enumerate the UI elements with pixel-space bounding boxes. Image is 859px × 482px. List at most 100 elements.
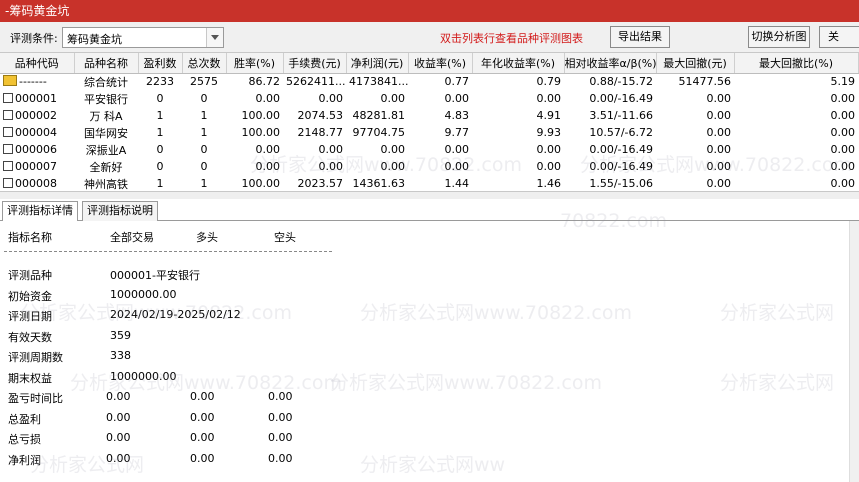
table-row[interactable]: ------- 综合统计 2233 2575 86.72 5262411... 417384…: [0, 73, 858, 90]
column-header[interactable]: 盈利数: [138, 53, 183, 74]
cell-ret: 4.83: [444, 109, 470, 122]
cell-rate: 100.00: [241, 177, 281, 190]
stock-code: 000002: [15, 109, 57, 122]
vertical-scrollbar[interactable]: [849, 221, 859, 482]
checkbox-icon: [3, 93, 13, 103]
cell-rel: 0.88/-15.72: [589, 75, 653, 89]
cell-win: 0: [156, 143, 164, 156]
column-header[interactable]: 最大回撤比(%): [734, 53, 859, 74]
metric-label: 总亏损: [8, 433, 41, 446]
metric-label: 评测周期数: [8, 351, 63, 364]
cell-name: 平安银行: [84, 92, 128, 106]
column-header[interactable]: 相对收益率α/β(%): [564, 53, 657, 74]
metric-value: 0.00: [106, 390, 131, 403]
cell-profit: 0.00: [380, 160, 406, 173]
table-row[interactable]: 000007 全新好 0 0 0.00 0.00 0.00 0.00 0.00 0.00/-16.…: [0, 158, 858, 175]
metric-value: 0.00: [190, 451, 215, 465]
cell-fee: 2023.57: [297, 177, 344, 190]
checkbox-icon: [3, 144, 13, 154]
cell-mddr: 0.00: [830, 160, 856, 173]
cell-mdd: 0.00: [706, 109, 732, 122]
all-trades-header: 全部交易: [110, 231, 154, 244]
table-row[interactable]: 000008 神州高铁 1 1 100.00 2023.57 14361.63 1.44 1.4…: [0, 175, 858, 191]
cell-rel: 1.55/-15.06: [589, 177, 653, 190]
cell-profit: 48281.81: [352, 109, 406, 122]
stock-code: 000006: [15, 143, 57, 156]
column-header[interactable]: 总次数: [182, 53, 227, 74]
cell-rel: 10.57/-6.72: [589, 126, 653, 139]
header-divider: [4, 251, 332, 252]
column-header[interactable]: 胜率(%): [226, 53, 284, 74]
column-header[interactable]: 净利润(元): [346, 53, 409, 74]
cell-ret: 0.77: [444, 75, 470, 89]
cell-total: 1: [200, 126, 208, 139]
metric-value: 0.00: [190, 431, 215, 444]
table-row[interactable]: 000001 平安银行 0 0 0.00 0.00 0.00 0.00 0.00 0.00/-16…: [0, 90, 858, 107]
cell-code: 000002: [0, 107, 74, 124]
cell-mdd: 0.00: [706, 126, 732, 139]
metric-value: 000001-平安银行: [110, 269, 200, 282]
cell-annual: 0.00: [536, 160, 562, 173]
stock-code: 000004: [15, 126, 57, 139]
cell-mddr: 0.00: [830, 126, 856, 139]
cell-annual: 4.91: [536, 109, 562, 122]
pane-splitter[interactable]: [0, 191, 859, 199]
cell-code: 000007: [0, 158, 74, 175]
short-header: 空头: [274, 231, 296, 244]
cell-fee: 5262411...: [286, 75, 346, 89]
cell-ret: 0.00: [444, 92, 470, 105]
metric-value: 0.00: [268, 451, 293, 465]
toolbar: 评测条件: 筹码黄金坑 双击列表行查看品种评测图表 导出结果 切换分析图 关: [0, 22, 859, 52]
metric-value: 359: [110, 328, 131, 342]
tab-metric-details[interactable]: 评测指标详情: [2, 201, 78, 222]
cell-code: 000008: [0, 175, 74, 191]
results-grid: 品种代码 品种名称 盈利数 总次数 胜率(%) 手续费(元) 净利润(元) 收益率(%) 年化收…: [0, 52, 859, 191]
cell-total: 2575: [190, 75, 218, 89]
cell-fee: 0.00: [318, 160, 344, 173]
double-click-hint: 双击列表行查看品种评测图表: [440, 32, 583, 45]
metric-name-header: 指标名称: [8, 231, 52, 244]
metric-value: 0.00: [190, 390, 215, 403]
cell-total: 1: [200, 109, 208, 122]
cell-win: 1: [156, 109, 164, 122]
cell-code: 000006: [0, 141, 74, 158]
cell-win: 0: [156, 92, 164, 105]
condition-select[interactable]: 筹码黄金坑: [62, 27, 224, 48]
column-header[interactable]: 品种名称: [74, 53, 139, 74]
cell-mdd: 0.00: [706, 143, 732, 156]
checkbox-icon: [3, 161, 13, 171]
cell-profit: 0.00: [380, 92, 406, 105]
metric-label: 有效天数: [8, 330, 52, 344]
cell-win: 2233: [146, 75, 174, 89]
metric-value: 0.00: [106, 431, 131, 444]
column-header[interactable]: 年化收益率(%): [472, 53, 565, 74]
cell-rel: 0.00/-16.49: [589, 160, 653, 173]
chevron-down-icon[interactable]: [206, 28, 223, 47]
cell-rate: 0.00: [255, 92, 281, 105]
column-header[interactable]: 手续费(元): [283, 53, 347, 74]
table-row[interactable]: 000002 万 科A 1 1 100.00 2074.53 48281.81 4.83 4.9…: [0, 107, 858, 124]
cell-profit: 4173841...: [349, 75, 408, 89]
condition-label: 评测条件:: [10, 32, 58, 45]
cell-code: 000001: [0, 90, 74, 107]
column-header[interactable]: 最大回撤(元): [656, 53, 735, 74]
cell-annual: 0.00: [536, 92, 562, 105]
export-button[interactable]: 导出结果: [610, 26, 670, 48]
tab-metric-description[interactable]: 评测指标说明: [82, 201, 158, 221]
metric-value: 0.00: [268, 390, 293, 403]
cell-mddr: 0.00: [830, 177, 856, 190]
column-header[interactable]: 收益率(%): [408, 53, 473, 74]
close-button[interactable]: 关: [819, 26, 859, 48]
long-header: 多头: [196, 231, 218, 244]
metric-value: 0.00: [190, 410, 215, 424]
metric-label: 盈亏时间比: [8, 392, 63, 405]
stock-code: 000001: [15, 92, 57, 105]
switch-chart-button[interactable]: 切换分析图: [748, 26, 810, 48]
metric-label: 评测日期: [8, 310, 52, 323]
table-row[interactable]: 000006 深振业A 0 0 0.00 0.00 0.00 0.00 0.00 0.00/-16…: [0, 141, 858, 158]
metric-label: 评测品种: [8, 269, 52, 282]
metric-label: 期末权益: [8, 371, 52, 385]
column-header[interactable]: 品种代码: [0, 53, 75, 74]
table-row[interactable]: 000004 国华网安 1 1 100.00 2148.77 97704.75 9.77 9.9…: [0, 124, 858, 141]
cell-ret: 9.77: [444, 126, 470, 139]
